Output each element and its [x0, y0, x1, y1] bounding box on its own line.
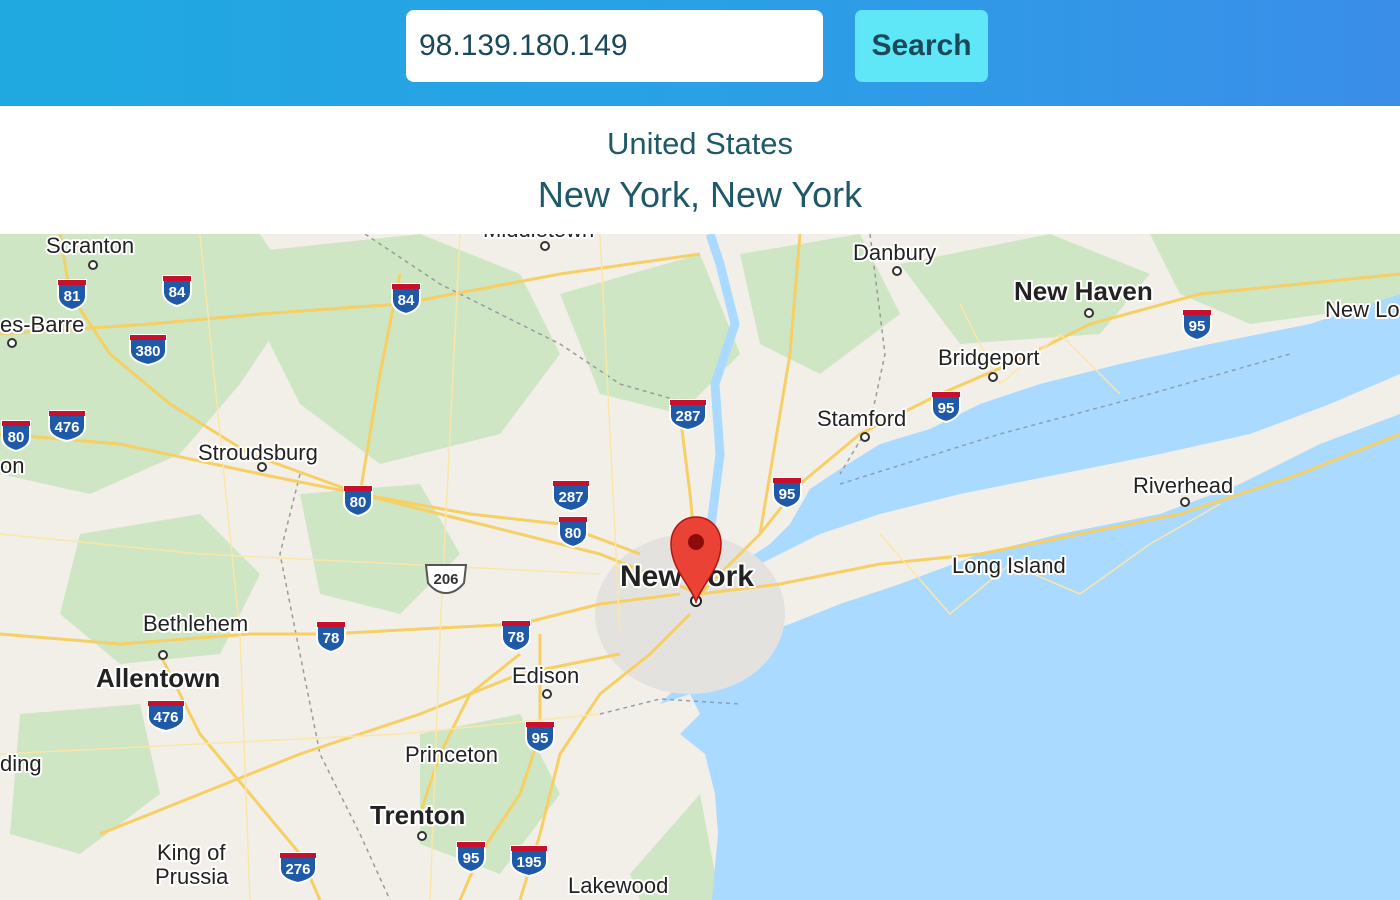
city-label: Scranton [46, 234, 134, 258]
interstate-shield: 78 [501, 620, 531, 653]
svg-text:84: 84 [169, 284, 186, 301]
svg-text:195: 195 [516, 854, 541, 871]
svg-text:287: 287 [558, 489, 583, 506]
city-label: ding [0, 751, 42, 776]
city-label: Danbury [853, 240, 936, 265]
interstate-shield: 78 [316, 621, 346, 654]
city-label: New Haven [1014, 276, 1153, 306]
city-label: Allentown [96, 663, 220, 693]
city-label: Bridgeport [938, 345, 1040, 370]
svg-text:276: 276 [285, 861, 310, 878]
city-label: es-Barre [0, 312, 84, 337]
svg-text:80: 80 [8, 429, 25, 446]
map[interactable]: 81 84 84 380 80 476 80 287 287 80 95 95 … [0, 234, 1400, 900]
svg-text:95: 95 [532, 730, 549, 747]
search-button[interactable]: Search [855, 10, 988, 82]
ip-search-input[interactable] [406, 10, 823, 82]
map-canvas[interactable]: 81 84 84 380 80 476 80 287 287 80 95 95 … [0, 234, 1400, 900]
city-label: Stroudsburg [198, 440, 318, 465]
interstate-shield: 95 [1182, 309, 1212, 342]
svg-text:78: 78 [508, 629, 525, 646]
interstate-shield: 80 [343, 485, 373, 518]
interstate-shield: 95 [456, 841, 486, 874]
city-label: Princeton [405, 742, 498, 767]
city-label: King of [157, 840, 226, 865]
svg-text:476: 476 [153, 709, 178, 726]
city-label: Riverhead [1133, 473, 1233, 498]
svg-text:78: 78 [323, 630, 340, 647]
city-label: Trenton [370, 800, 465, 830]
city-label: Lakewood [568, 873, 668, 898]
interstate-shield: 195 [510, 845, 548, 878]
interstate-shield: 80 [1, 420, 31, 453]
interstate-shield: 476 [147, 700, 185, 733]
interstate-shield: 276 [279, 852, 317, 885]
interstate-shield: 81 [57, 279, 87, 312]
country-text: United States [606, 126, 794, 161]
interstate-shield: 84 [162, 275, 192, 308]
city-label: New Lo [1325, 297, 1400, 322]
svg-text:95: 95 [779, 486, 796, 503]
location-text: New York, New York [537, 174, 863, 215]
interstate-shield: 287 [669, 399, 707, 432]
svg-text:81: 81 [64, 288, 81, 305]
interstate-shield: 380 [129, 334, 167, 367]
svg-text:95: 95 [938, 400, 955, 417]
interstate-shield: 476 [48, 410, 86, 443]
svg-text:84: 84 [398, 292, 415, 309]
interstate-shield: 287 [552, 480, 590, 513]
svg-text:206: 206 [433, 571, 458, 588]
svg-text:95: 95 [463, 850, 480, 867]
svg-text:95: 95 [1189, 318, 1206, 335]
city-label: Stamford [817, 406, 906, 431]
interstate-shield: 80 [558, 516, 588, 549]
interstate-shield: 95 [525, 721, 555, 754]
svg-text:476: 476 [54, 419, 79, 436]
city-label: Bethlehem [143, 611, 248, 636]
city-label: Edison [512, 663, 579, 688]
city-label: Middletown [483, 234, 594, 242]
interstate-shield: 84 [391, 283, 421, 316]
svg-text:380: 380 [135, 343, 160, 360]
svg-text:80: 80 [565, 525, 582, 542]
interstate-shield: 95 [931, 391, 961, 424]
svg-text:80: 80 [350, 494, 367, 511]
search-header: Search [0, 0, 1400, 106]
city-label: Long Island [952, 553, 1066, 578]
interstate-shield: 95 [772, 477, 802, 510]
location-result: United States New York, New York [0, 106, 1400, 234]
city-label: on [0, 453, 24, 478]
city-label: Prussia [155, 864, 229, 889]
svg-text:287: 287 [675, 408, 700, 425]
